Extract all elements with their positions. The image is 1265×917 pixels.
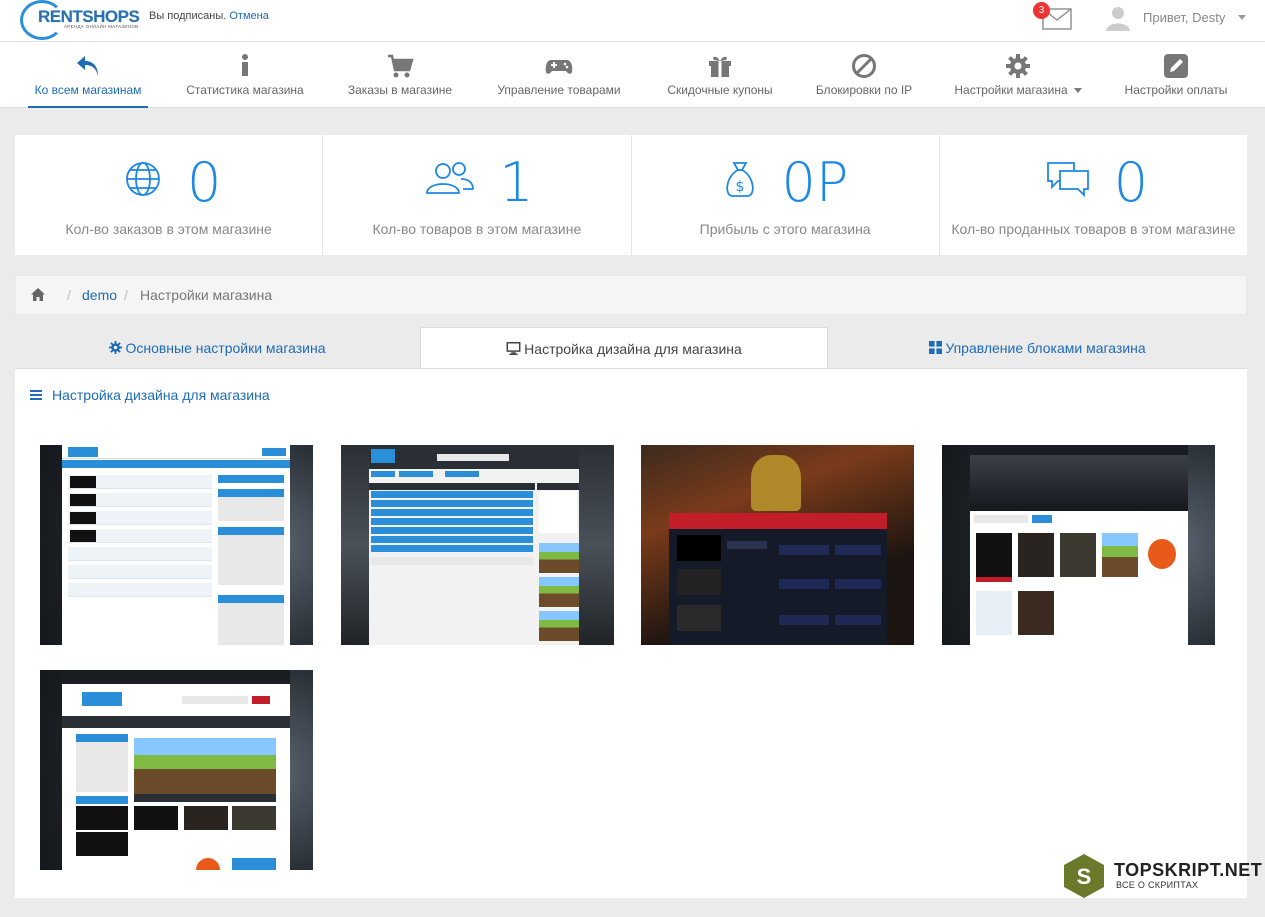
- nav-shop-settings[interactable]: Настройки магазина: [948, 42, 1088, 108]
- nav-all-shops[interactable]: Ко всем магазинам: [28, 42, 148, 108]
- panel-title-text: Настройка дизайна для магазина: [52, 387, 270, 403]
- stat-caption: Кол-во товаров в этом магазине: [372, 221, 582, 237]
- breadcrumb-link-demo[interactable]: demo: [82, 287, 117, 303]
- theme-thumbnail-3[interactable]: [641, 445, 914, 645]
- breadcrumb-separator: /: [124, 287, 128, 303]
- tab-basic-settings[interactable]: Основные настройки магазина: [15, 327, 420, 369]
- shop-stats: 0 Кол-во заказов в этом магазине 1 Кол-в…: [15, 135, 1247, 255]
- stat-value: 0: [187, 151, 222, 214]
- watermark-subtitle: ВСЕ О СКРИПТАХ: [1116, 880, 1199, 890]
- reply-arrow-icon: [77, 56, 98, 76]
- stat-orders: 0 Кол-во заказов в этом магазине: [15, 135, 324, 255]
- mail-count-badge: 3: [1033, 2, 1050, 19]
- breadcrumb-current: Настройки магазина: [140, 287, 273, 303]
- globe-icon: [126, 162, 160, 196]
- nav-shop-stats[interactable]: Статистика магазина: [180, 42, 310, 108]
- nav-label: Настройки оплаты: [1124, 83, 1228, 97]
- top-bar: RENTSHOPS АРЕНДА ОНЛАЙН МАГАЗИНОВ Вы под…: [0, 0, 1265, 42]
- chevron-down-icon[interactable]: [1238, 15, 1246, 20]
- avatar-icon[interactable]: [1105, 5, 1131, 31]
- home-icon[interactable]: [31, 288, 45, 301]
- info-icon: [242, 54, 248, 76]
- nav-ip-blocks[interactable]: Блокировки по IP: [804, 42, 924, 108]
- menu-bars-icon: [30, 390, 42, 400]
- gamepad-icon: [545, 60, 573, 74]
- tab-label: Настройка дизайна для магазина: [524, 341, 742, 357]
- theme-thumbnail-1[interactable]: [40, 445, 313, 645]
- watermark-hex-icon: S: [1064, 854, 1104, 898]
- nav-label: Блокировки по IP: [815, 83, 913, 97]
- stat-sold: 0 Кол-во проданных товаров в этом магази…: [940, 135, 1247, 255]
- nav-label: Ко всем магазинам: [34, 83, 142, 97]
- shop-nav: Ко всем магазинам Статистика магазина За…: [0, 42, 1265, 108]
- stat-caption: Кол-во проданных товаров в этом магазине: [951, 221, 1236, 237]
- edit-icon: [1164, 54, 1188, 78]
- stat-value: 0Р: [781, 151, 849, 214]
- cart-icon: [388, 54, 414, 78]
- nav-label: Заказы в магазине: [347, 83, 453, 97]
- money-bag-icon: $: [725, 162, 754, 197]
- nav-payment-settings[interactable]: Настройки оплаты: [1114, 42, 1238, 108]
- breadcrumb: / demo / Настройки магазина: [15, 275, 1247, 315]
- blocks-grid-icon: [929, 341, 943, 354]
- stat-caption: Прибыль с этого магазина: [699, 221, 871, 237]
- theme-thumbnail-2[interactable]: [341, 445, 614, 645]
- svg-text:$: $: [735, 179, 744, 195]
- stat-value: 1: [499, 151, 534, 214]
- nav-shop-orders[interactable]: Заказы в магазине: [340, 42, 460, 108]
- nav-label: Настройки магазина: [948, 83, 1088, 97]
- monitor-icon: [506, 342, 521, 355]
- tab-label: Основные настройки магазина: [125, 340, 326, 356]
- watermark-title: TOPSKRIPT.NET: [1114, 860, 1263, 880]
- tab-label: Управление блоками магазина: [945, 340, 1146, 356]
- gear-icon: [1006, 54, 1030, 78]
- logo-tagline: АРЕНДА ОНЛАЙН МАГАЗИНОВ: [64, 24, 139, 29]
- design-panel: Настройка дизайна для магазина: [15, 368, 1247, 898]
- subscription-text: Вы подписаны.: [149, 10, 227, 22]
- gift-icon: [709, 56, 731, 77]
- cancel-subscription-link[interactable]: Отмена: [229, 10, 268, 22]
- panel-title: Настройка дизайна для магазина: [30, 387, 270, 403]
- nav-manage-products[interactable]: Управление товарами: [492, 42, 626, 108]
- nav-label: Управление товарами: [497, 83, 621, 97]
- nav-label: Скидочные купоны: [667, 83, 773, 97]
- logo[interactable]: RENTSHOPS АРЕНДА ОНЛАЙН МАГАЗИНОВ: [18, 0, 140, 40]
- theme-thumbnail-4[interactable]: [942, 445, 1215, 645]
- stat-profit: $ 0Р Прибыль с этого магазина: [632, 135, 940, 255]
- watermark-letter: S: [1077, 864, 1092, 889]
- stat-products: 1 Кол-во товаров в этом магазине: [323, 135, 632, 255]
- theme-thumbnail-5[interactable]: [40, 670, 313, 870]
- tab-manage-blocks[interactable]: Управление блоками магазина: [828, 327, 1247, 369]
- nav-coupons[interactable]: Скидочные купоны: [660, 42, 780, 108]
- gear-icon: [109, 341, 123, 354]
- tab-design-settings[interactable]: Настройка дизайна для магазина: [420, 327, 828, 369]
- nav-settings-label: Настройки магазина: [954, 83, 1068, 97]
- subscription-status: Вы подписаны. Отмена: [149, 10, 269, 22]
- chevron-down-icon: [1073, 88, 1082, 94]
- chat-bubbles-icon: [1046, 162, 1089, 198]
- nav-label: Статистика магазина: [186, 83, 304, 97]
- user-greeting[interactable]: Привет, Desty: [1143, 10, 1225, 25]
- users-icon: [426, 162, 475, 194]
- ban-icon: [852, 54, 876, 78]
- stat-value: 0: [1113, 151, 1149, 214]
- stat-caption: Кол-во заказов в этом магазине: [65, 221, 272, 237]
- breadcrumb-separator: /: [67, 287, 71, 303]
